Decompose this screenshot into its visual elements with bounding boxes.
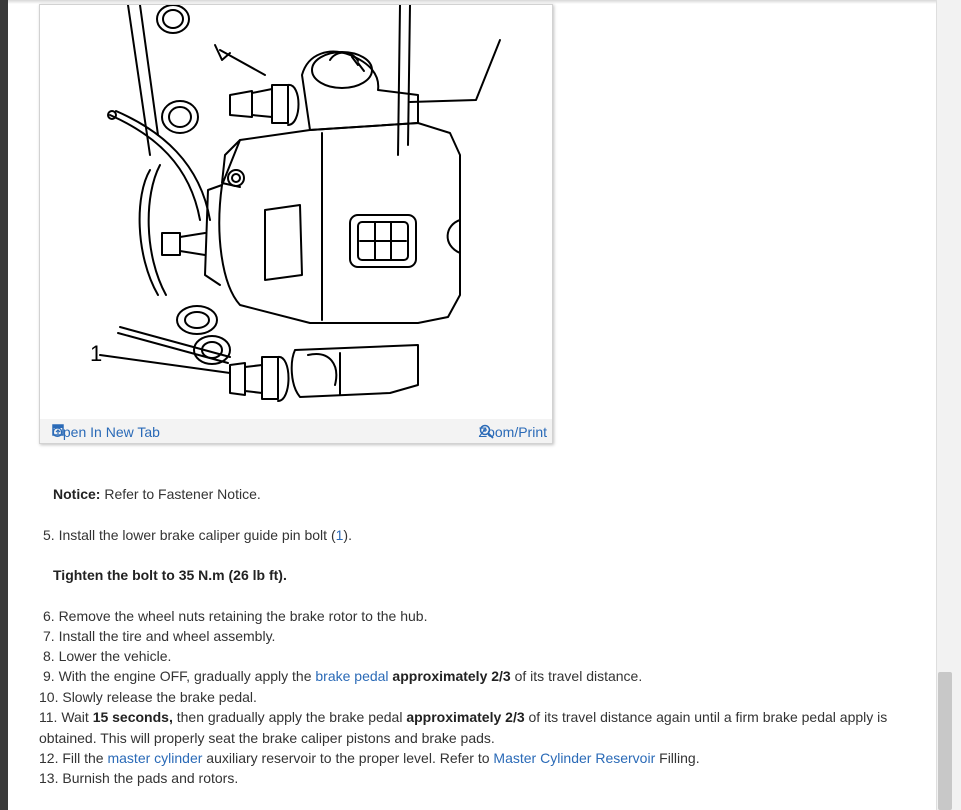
step-8: 8. Lower the vehicle. [43,648,172,664]
step-9-c: of its travel distance. [510,668,643,684]
step-12-b: auxiliary reservoir to the proper level.… [202,750,494,766]
caliper-illustration [99,5,501,402]
step-11-c: then gradually apply the brake pedal [172,709,407,725]
master-cylinder-link[interactable]: master cylinder [107,750,202,766]
scrollbar-thumb[interactable] [938,672,952,810]
brake-pedal-link[interactable]: brake pedal [315,668,388,684]
step-13: 13. Burnish the pads and rotors. [39,770,239,786]
step-10: 10. Slowly release the brake pedal. [39,689,257,705]
step-12: 12. Fill the master cylinder auxiliary r… [39,748,700,768]
step-6: 6. Remove the wheel nuts retaining the b… [43,608,428,624]
open-tab-icon [52,424,64,436]
torque-spec-text: Tighten the bolt to 35 N.m (26 lb ft). [53,567,287,583]
step-12-c: Filling. [655,750,700,766]
step-11-seconds: 15 seconds, [92,709,173,725]
torque-spec: Tighten the bolt to 35 N.m (26 lb ft). [53,565,287,585]
callout-label: 1 [90,341,103,366]
step-12-a: 12. Fill the [39,750,108,766]
step-9-a: 9. With the engine OFF, gradually apply … [43,668,316,684]
step-5: 5. Install the lower brake caliper guide… [43,525,352,545]
step-11-line2: obtained. This will properly seat the br… [39,730,495,746]
step-7: 7. Install the tire and wheel assembly. [43,628,276,644]
step-11-a: 11. Wait [39,709,93,725]
step-5-suffix: ). [343,527,352,543]
step-9-bold: approximately 2/3 [388,668,511,684]
step-11-e: of its travel distance again until a fir… [524,709,888,725]
zoom-print-link[interactable]: Zoom/Print [479,424,547,440]
step-11: 11. Wait 15 seconds, then gradually appl… [39,707,887,727]
master-cylinder-reservoir-link[interactable]: Master Cylinder Reservoir [493,750,655,766]
figure-toolbar: Open In New Tab Zoom/Print [40,419,552,443]
zoom-in-icon [479,424,494,439]
step-5-prefix: 5. Install the lower brake caliper guide… [43,527,336,543]
brake-caliper-figure: 1 Open In New Tab Zoom/Print [39,4,553,444]
manual-page: 1 Open In New Tab Zoom/Print Notice: Ref… [8,0,936,810]
notice-text: Refer to Fastener Notice. [100,486,261,502]
open-in-new-tab-label: Open In New Tab [52,424,160,440]
step-9: 9. With the engine OFF, gradually apply … [43,666,642,686]
step-11-amount: approximately 2/3 [406,709,525,725]
open-in-new-tab-link[interactable]: Open In New Tab [52,424,160,440]
notice-label: Notice: [53,486,101,502]
notice-line: Notice: Refer to Fastener Notice. [53,484,261,504]
